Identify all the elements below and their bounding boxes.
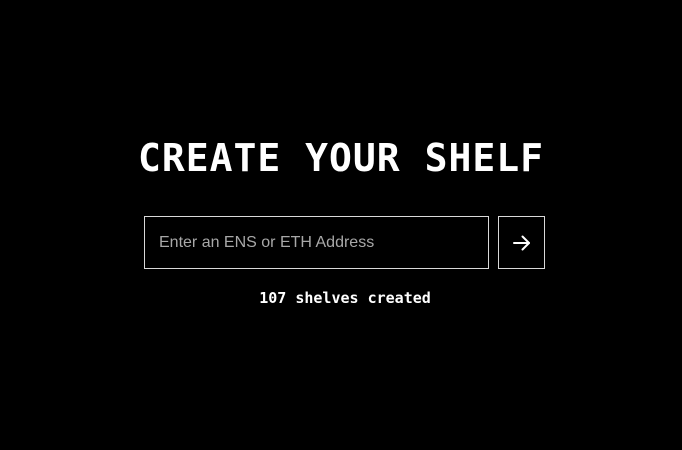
address-form [144, 216, 545, 269]
page-title: CREATE YOUR SHELF [138, 136, 544, 180]
submit-button[interactable] [498, 216, 545, 269]
create-shelf-page: CREATE YOUR SHELF 107 shelves created [0, 0, 682, 450]
shelves-created-count: 107 shelves created [259, 289, 431, 307]
address-input[interactable] [144, 216, 489, 269]
arrow-right-icon [512, 235, 530, 250]
